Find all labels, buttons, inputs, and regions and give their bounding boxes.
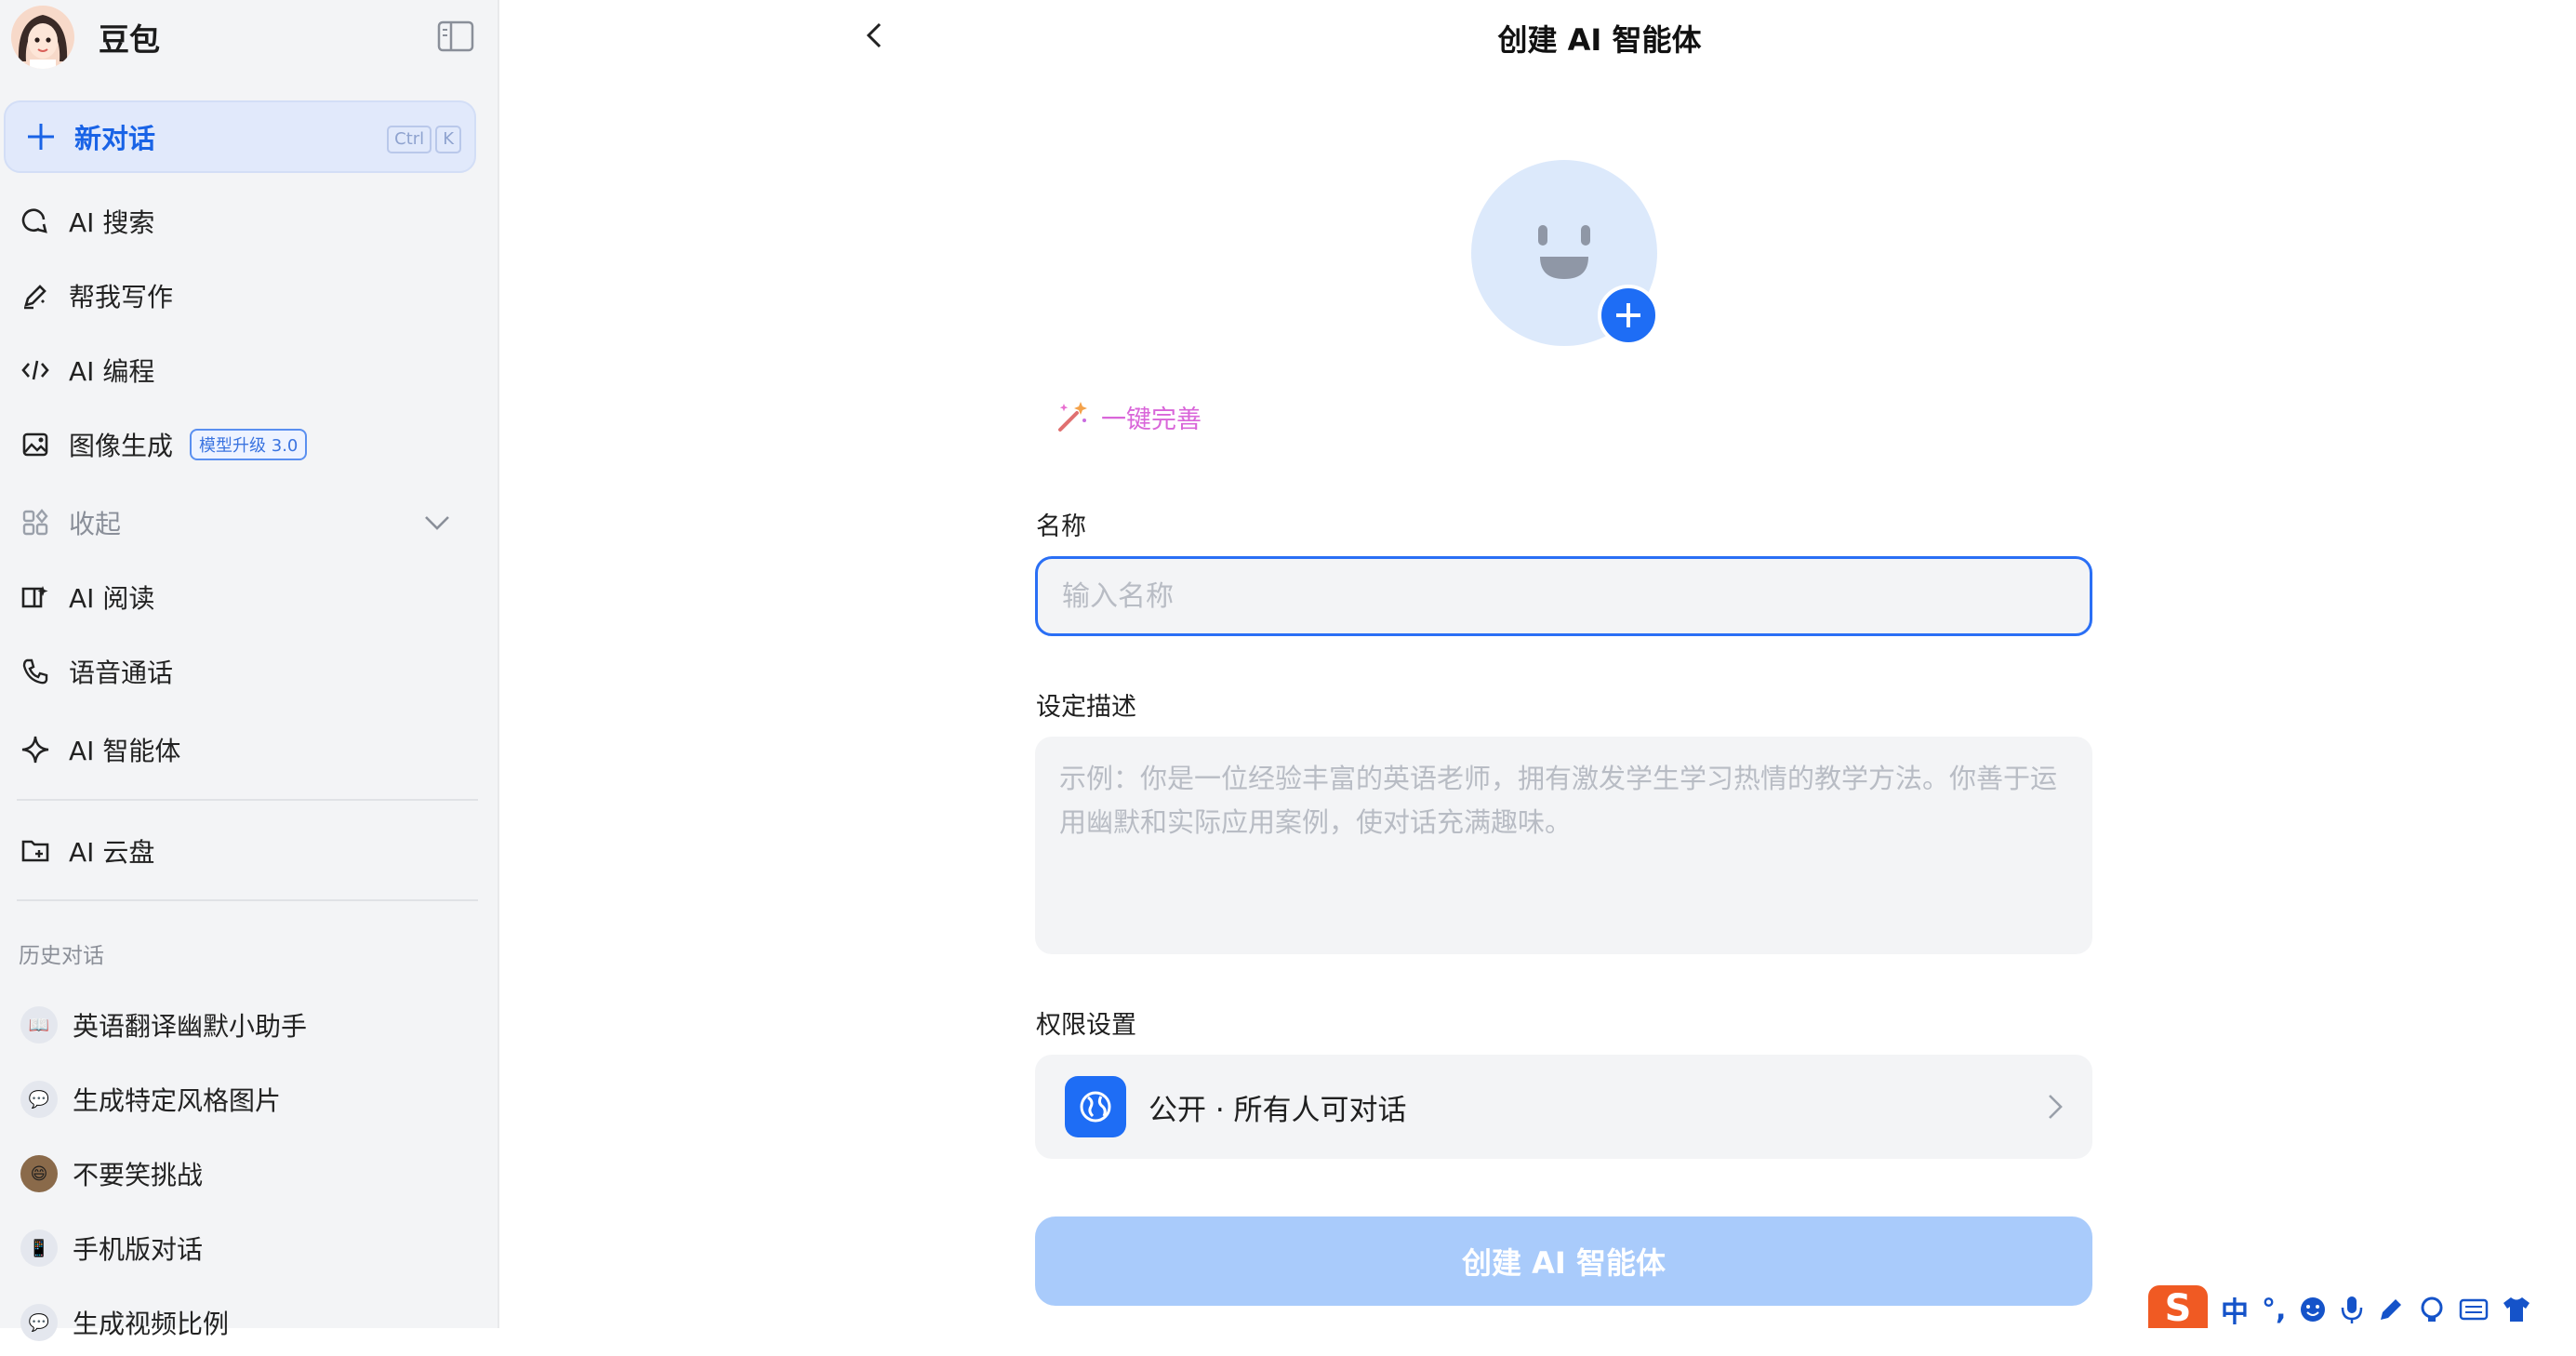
plus-icon xyxy=(1616,303,1640,327)
phone-device-icon: 📱 xyxy=(20,1230,58,1267)
sidebar-item-ai-agent[interactable]: AI 智能体 xyxy=(0,716,476,783)
chevron-down-icon xyxy=(425,516,449,530)
globe-icon xyxy=(1065,1076,1126,1137)
history-item-label: 不要笑挑战 xyxy=(73,1160,204,1190)
search-refresh-icon xyxy=(19,205,52,238)
sidebar-item-label: 图像生成 xyxy=(69,431,174,461)
sidebar-toggle-icon[interactable] xyxy=(437,20,474,52)
sidebar-item-label: 帮我写作 xyxy=(69,282,174,312)
permission-label: 权限设置 xyxy=(1036,1011,1136,1040)
sidebar-item-image-gen[interactable]: 图像生成 模型升级 3.0 xyxy=(0,411,476,478)
create-agent-button[interactable]: 创建 AI 智能体 xyxy=(1035,1216,2092,1306)
sidebar-item-cloud[interactable]: AI 云盘 xyxy=(0,818,476,884)
shortcut-hint: Ctrl K xyxy=(387,126,461,153)
new-chat-button[interactable]: 新对话 Ctrl K xyxy=(4,100,476,173)
ime-mode[interactable]: 中 xyxy=(2221,1291,2249,1329)
magic-wand-icon xyxy=(1058,402,1087,432)
skin-icon[interactable] xyxy=(2418,1291,2446,1328)
chat-bubble-icon: 💬 xyxy=(20,1081,58,1118)
chevron-right-icon xyxy=(2049,1095,2063,1119)
add-avatar-button[interactable] xyxy=(1598,285,1659,346)
history-title: 历史对话 xyxy=(19,944,104,968)
model-upgrade-badge: 模型升级 3.0 xyxy=(190,429,308,460)
brand[interactable]: 豆包 xyxy=(11,2,160,73)
grid-icon xyxy=(19,506,52,539)
sidebar-item-coding[interactable]: AI 编程 xyxy=(0,337,476,404)
description-label: 设定描述 xyxy=(1036,693,1136,722)
sidebar-item-reading[interactable]: AI 阅读 xyxy=(0,564,476,631)
sidebar-item-ai-search[interactable]: AI 搜索 xyxy=(0,188,476,255)
sidebar-item-label: AI 搜索 xyxy=(69,207,155,238)
history-item[interactable]: 💬 生成特定风格图片 xyxy=(0,1066,476,1133)
ime-punct[interactable]: °, xyxy=(2262,1291,2286,1328)
sidebar-item-writing[interactable]: 帮我写作 xyxy=(0,262,476,329)
pen-icon[interactable] xyxy=(2377,1291,2405,1328)
history-item[interactable]: 📱 手机版对话 xyxy=(0,1215,476,1282)
permission-selector[interactable]: 公开 · 所有人可对话 xyxy=(1035,1055,2092,1159)
auto-complete-button[interactable]: 一键完善 xyxy=(1053,398,1202,435)
history-item-label: 生成特定风格图片 xyxy=(73,1085,282,1116)
book-icon xyxy=(19,580,52,614)
brand-name: 豆包 xyxy=(99,21,160,58)
cloud-folder-icon xyxy=(19,834,52,868)
ime-logo: S xyxy=(2148,1285,2208,1330)
plus-icon xyxy=(28,124,54,150)
back-chevron-icon[interactable] xyxy=(856,17,893,54)
microphone-icon[interactable] xyxy=(2340,1291,2364,1328)
history-item[interactable]: 💬 生成视频比例 xyxy=(0,1289,476,1356)
sparkle-icon xyxy=(19,733,52,766)
sidebar: 豆包 新对话 Ctrl K AI 搜索 帮我写作 AI 编程 图像生成 模型升级… xyxy=(0,0,499,1341)
face-avatar-icon: 😄 xyxy=(20,1155,58,1192)
auto-complete-label: 一键完善 xyxy=(1101,405,1202,434)
sidebar-item-label: 语音通话 xyxy=(69,658,174,688)
phone-icon xyxy=(19,655,52,688)
image-gen-icon xyxy=(19,428,52,461)
chat-bubble-icon: 💬 xyxy=(20,1304,58,1341)
history-item[interactable]: 😄 不要笑挑战 xyxy=(0,1140,476,1207)
kbd-k: K xyxy=(435,126,461,153)
sidebar-item-label: AI 云盘 xyxy=(69,837,155,868)
shirt-icon[interactable] xyxy=(2502,1291,2531,1328)
sidebar-item-label: AI 智能体 xyxy=(69,736,181,766)
history-item-label: 英语翻译幽默小助手 xyxy=(73,1011,308,1042)
divider xyxy=(17,799,478,801)
history-item-label: 手机版对话 xyxy=(73,1234,204,1265)
book-emoji-icon: 📖 xyxy=(20,1006,58,1044)
avatar xyxy=(11,6,74,69)
kbd-ctrl: Ctrl xyxy=(387,126,432,153)
keyboard-icon[interactable] xyxy=(2459,1291,2489,1328)
code-icon xyxy=(19,353,52,387)
sidebar-item-collapse[interactable]: 收起 xyxy=(0,489,476,556)
history-item-label: 生成视频比例 xyxy=(73,1309,230,1339)
sidebar-item-label: AI 阅读 xyxy=(69,583,155,614)
pen-edit-icon xyxy=(19,279,52,312)
ime-toolbar[interactable]: S 中 °, xyxy=(2148,1285,2576,1330)
history-item[interactable]: 📖 英语翻译幽默小助手 xyxy=(0,991,476,1058)
name-input[interactable] xyxy=(1035,556,2092,636)
sidebar-item-voice-call[interactable]: 语音通话 xyxy=(0,638,476,705)
name-label: 名称 xyxy=(1036,512,1086,541)
new-chat-label: 新对话 xyxy=(74,123,156,154)
emoji-icon[interactable] xyxy=(2299,1291,2327,1328)
sidebar-item-label: AI 编程 xyxy=(69,356,155,387)
permission-value: 公开 · 所有人可对话 xyxy=(1149,1093,1407,1127)
divider xyxy=(17,899,478,901)
description-textarea[interactable]: 示例：你是一位经验丰富的英语老师，拥有激发学生学习热情的教学方法。你善于运用幽默… xyxy=(1035,737,2092,954)
page-title: 创建 AI 智能体 xyxy=(1497,22,1702,58)
sidebar-item-label: 收起 xyxy=(69,509,122,539)
